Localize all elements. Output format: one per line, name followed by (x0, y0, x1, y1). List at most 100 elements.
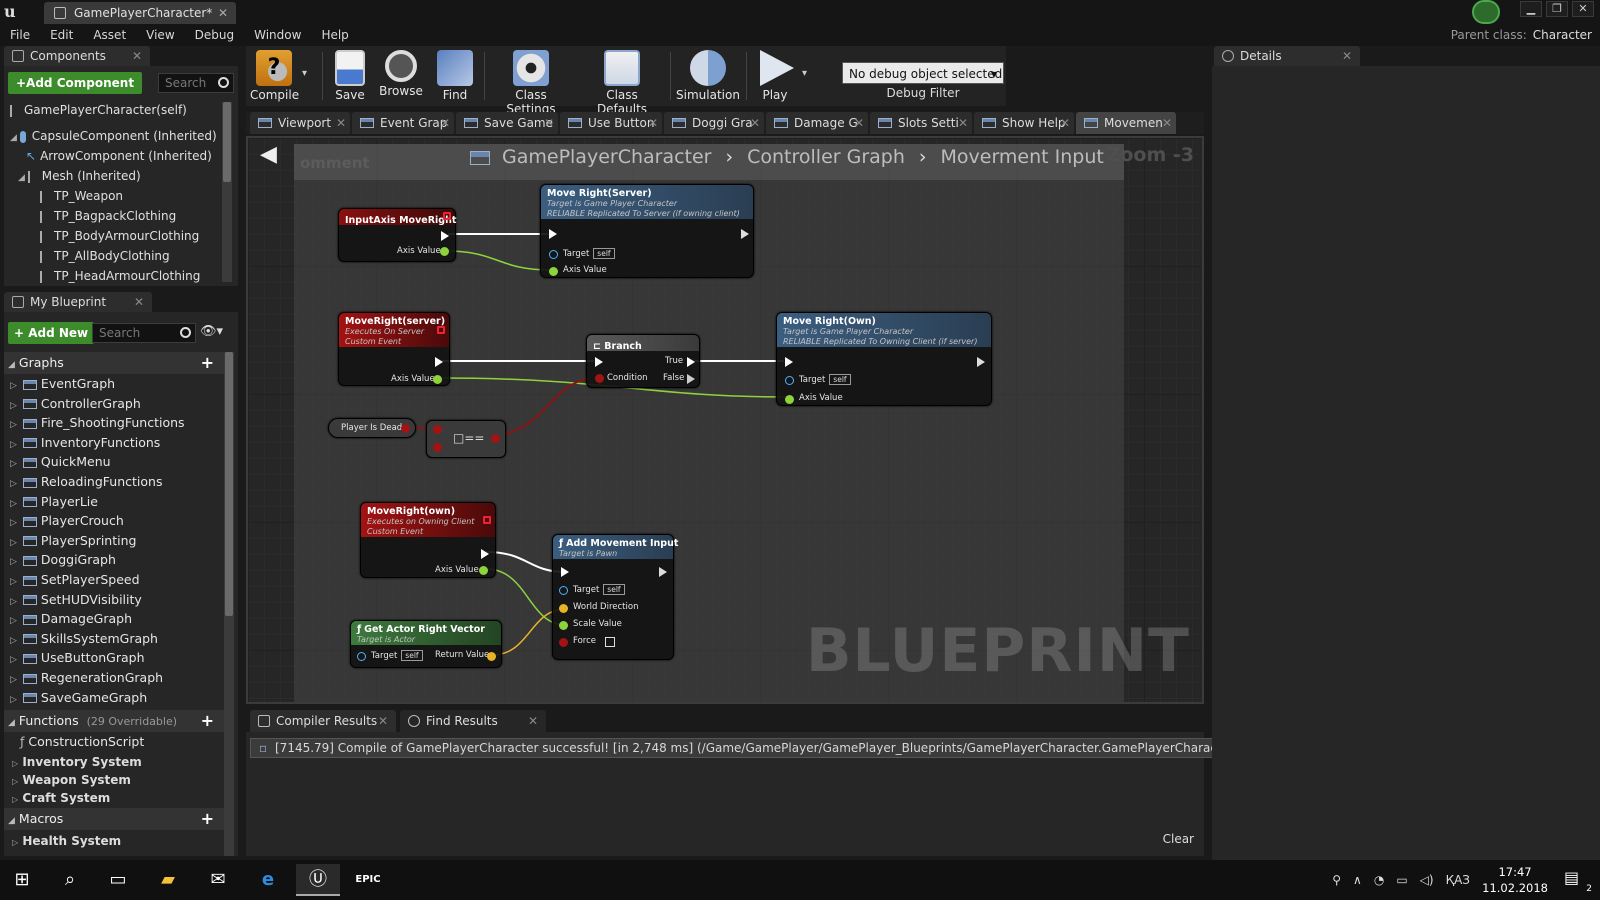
expand-arrow-icon[interactable]: ▷ (10, 440, 17, 450)
add-new-button[interactable]: + Add New (8, 322, 95, 344)
tab-find-results[interactable]: Find Results ✕ (400, 710, 546, 732)
delegate-pin[interactable] (437, 326, 445, 334)
epic-games-launcher-icon[interactable]: EPIC (346, 864, 390, 896)
function-group-craft[interactable]: ▷ Craft System (12, 791, 110, 805)
close-tab-icon[interactable]: ✕ (218, 2, 228, 24)
exec-out-pin[interactable] (441, 231, 449, 241)
expand-arrow-icon[interactable]: ▷ (10, 518, 17, 528)
compile-button[interactable]: ? Compile (250, 46, 299, 106)
function-group-inventory[interactable]: ▷ Inventory System (12, 755, 142, 769)
force-pin[interactable] (559, 638, 568, 647)
close-tab-icon[interactable]: ✕ (134, 292, 144, 312)
graph-item[interactable]: ▷ PlayerCrouch (10, 511, 124, 531)
compile-message[interactable]: ▫ [7145.79] Compile of GamePlayerCharact… (250, 738, 1244, 758)
condition-pin[interactable] (595, 374, 604, 383)
node-player-is-dead[interactable]: Player Is Dead (328, 418, 416, 438)
exec-in-pin[interactable] (561, 567, 569, 577)
menu-view[interactable]: View (136, 24, 184, 46)
graph-item[interactable]: ▷ InventoryFunctions (10, 433, 160, 453)
add-macro-icon[interactable]: + (201, 808, 214, 830)
class-defaults-button[interactable]: Class Defaults (580, 46, 664, 116)
blueprint-scrollbar[interactable] (224, 352, 234, 856)
expand-arrow-icon[interactable]: ▷ (10, 636, 17, 646)
graph-item[interactable]: ▷ UseButtonGraph (10, 648, 145, 668)
force-checkbox[interactable] (605, 637, 615, 647)
bool-out-pin[interactable] (401, 424, 410, 433)
axis-value-pin[interactable] (479, 566, 488, 575)
graph-item[interactable]: ▷ SaveGameGraph (10, 688, 147, 708)
exec-out-pin[interactable] (481, 549, 489, 559)
clear-button[interactable]: Clear (1163, 832, 1194, 846)
expand-arrow-icon[interactable]: ▷ (10, 655, 17, 665)
exec-false-pin[interactable] (687, 374, 695, 384)
menu-edit[interactable]: Edit (40, 24, 83, 46)
blueprint-graph-canvas[interactable]: omment ◀ GamePlayerCharacter › Controller … (246, 136, 1204, 704)
find-button[interactable]: Find (432, 46, 478, 106)
expand-arrow-icon[interactable]: ▷ (10, 381, 17, 391)
components-search-input[interactable]: Search (158, 73, 234, 93)
close-window-button[interactable]: ✕ (1572, 1, 1594, 17)
unreal-editor-icon[interactable]: Ⓤ (296, 864, 340, 896)
function-construction-script[interactable]: ƒ ConstructionScript (10, 732, 144, 752)
node-branch[interactable]: ⊏ Branch True Condition False (586, 334, 700, 388)
tab-use-button[interactable]: Use Button ✕ (560, 112, 662, 134)
expand-arrow-icon[interactable]: ▷ (10, 538, 17, 548)
play-button[interactable]: Play (752, 46, 798, 106)
network-icon[interactable]: ◔ (1374, 873, 1384, 887)
graph-item[interactable]: ▷ PlayerSprinting (10, 531, 136, 551)
simulation-button[interactable]: Simulation (676, 46, 740, 106)
components-tab[interactable]: Components ✕ (4, 46, 150, 66)
exec-in-pin[interactable] (785, 357, 793, 367)
save-button[interactable]: Save (328, 46, 372, 106)
action-center-icon[interactable]: ▤ 2 (1564, 868, 1592, 894)
tab-compiler-results[interactable]: Compiler Results ✕ (250, 710, 396, 732)
expand-arrow-icon[interactable]: ▷ (10, 459, 17, 469)
expand-arrow-icon[interactable]: ▷ (10, 616, 17, 626)
axis-value-pin[interactable] (440, 247, 449, 256)
tree-item-tp-allbody[interactable]: TP_AllBodyClothing (40, 246, 170, 266)
node-move-right-server-event[interactable]: MoveRight(server) Executes On Server Cus… (338, 312, 450, 386)
tab-event-graph[interactable]: Event Grap ✕ (352, 112, 454, 134)
my-blueprint-tab[interactable]: My Blueprint ✕ (4, 292, 152, 312)
node-get-actor-right-vector[interactable]: ƒ Get Actor Right Vector Target is Actor … (350, 620, 502, 668)
mail-icon[interactable]: ✉ (196, 864, 240, 896)
tab-damage-graph[interactable]: Damage G ✕ (766, 112, 868, 134)
target-pin[interactable] (357, 652, 366, 661)
node-input-axis[interactable]: InputAxis MoveRight Axis Value (338, 208, 456, 262)
node-add-movement-input[interactable]: ƒ Add Movement Input Target is Pawn Targe… (552, 534, 678, 660)
world-direction-pin[interactable] (559, 604, 568, 613)
graph-item[interactable]: ▷ RegenerationGraph (10, 668, 163, 688)
expand-arrow-icon[interactable]: ▷ (10, 675, 17, 685)
tree-item-self[interactable]: GamePlayerCharacter(self) (10, 100, 187, 120)
target-pin[interactable] (785, 376, 794, 385)
expand-arrow-icon[interactable]: ▷ (10, 695, 17, 705)
node-move-right-own-event[interactable]: MoveRight(own) Executes on Owning Client… (360, 502, 496, 578)
macros-section-header[interactable]: ◢ Macros + (4, 808, 224, 830)
expand-arrow-icon[interactable]: ▷ (10, 597, 17, 607)
axis-value-pin[interactable] (785, 395, 794, 404)
expand-arrow-icon[interactable]: ▷ (10, 499, 17, 509)
graphs-section-header[interactable]: ◢ Graphs + (4, 352, 224, 374)
exec-in-pin[interactable] (549, 229, 557, 239)
input-language[interactable]: ҚАЗ (1446, 873, 1470, 887)
graph-item[interactable]: ▷ DoggiGraph (10, 550, 116, 570)
browse-button[interactable]: Browse (376, 46, 426, 106)
compile-options-chevron-icon[interactable]: ▾ (302, 68, 307, 79)
graph-item[interactable]: ▷ PlayerLie (10, 492, 98, 512)
expand-arrow-icon[interactable]: ▷ (10, 557, 17, 567)
tab-movement[interactable]: Movemen ✕ (1076, 112, 1176, 134)
exec-true-pin[interactable] (687, 357, 695, 367)
volume-icon[interactable]: ◁) (1420, 873, 1434, 887)
tab-show-help[interactable]: Show Help ✕ (974, 112, 1074, 134)
windows-start-icon[interactable]: ⊞ (0, 864, 44, 896)
blueprint-search-input[interactable]: Search (92, 323, 196, 343)
tree-item-tp-headarmour[interactable]: TP_HeadArmourClothing (40, 266, 200, 286)
tab-save-game[interactable]: Save Game ✕ (456, 112, 558, 134)
add-graph-icon[interactable]: + (201, 352, 214, 374)
menu-asset[interactable]: Asset (83, 24, 136, 46)
tree-item-mesh[interactable]: ◢ Mesh (Inherited) (18, 166, 141, 186)
menu-file[interactable]: File (0, 24, 40, 46)
close-tab-icon[interactable]: ✕ (132, 46, 142, 66)
tree-item-arrow[interactable]: ↖ ArrowComponent (Inherited) (26, 146, 212, 166)
tab-viewport[interactable]: Viewport ✕ (250, 112, 350, 134)
